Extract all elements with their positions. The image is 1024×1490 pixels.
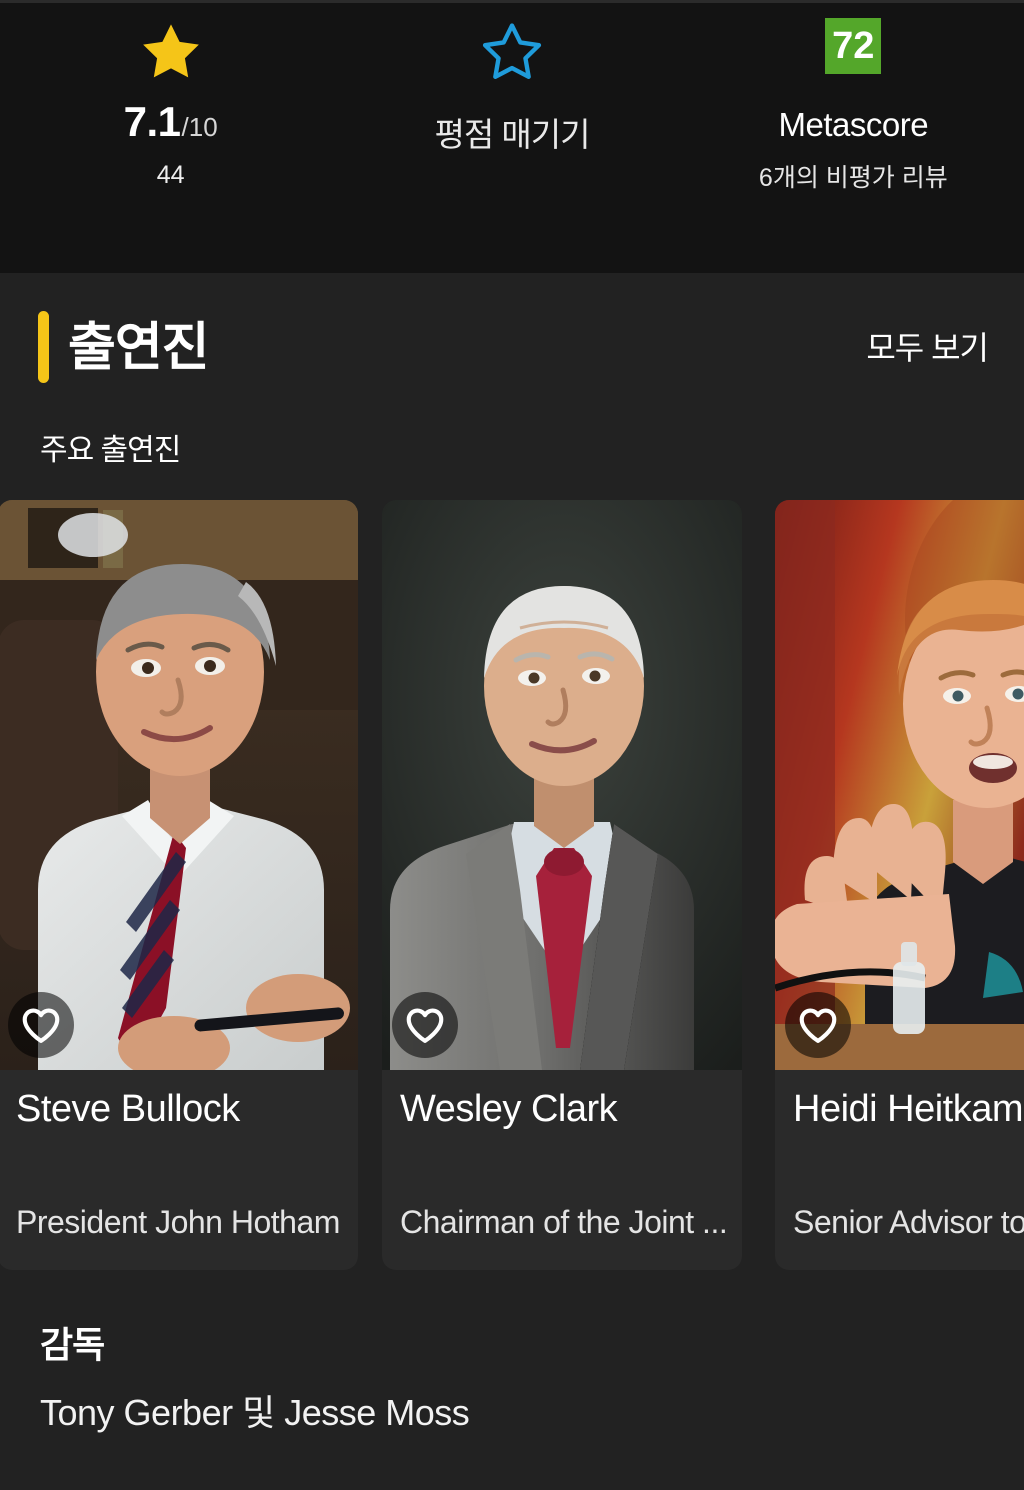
cast-role: Senior Advisor to bbox=[793, 1204, 1024, 1240]
cast-role: Chairman of the Joint ... bbox=[400, 1204, 728, 1240]
cast-photo bbox=[382, 500, 742, 1070]
cast-section-header: 출연진 모두 보기 bbox=[0, 301, 1024, 391]
page-title: 출연진 bbox=[68, 319, 210, 377]
star-outline-icon bbox=[475, 12, 549, 94]
cast-photo bbox=[775, 500, 1024, 1070]
heart-outline-icon[interactable] bbox=[785, 992, 851, 1058]
cast-name[interactable]: Wesley Clark bbox=[400, 1088, 618, 1131]
heart-outline-icon[interactable] bbox=[392, 992, 458, 1058]
rating-denominator: /10 bbox=[181, 112, 218, 142]
cast-name[interactable]: Heidi Heitkamp bbox=[793, 1088, 1024, 1131]
main-cast-label: 주요 출연진 bbox=[40, 434, 181, 467]
cast-role: President John Hotham bbox=[16, 1204, 340, 1240]
cast-name[interactable]: Steve Bullock bbox=[16, 1088, 240, 1131]
rate-this-button[interactable]: 평점 매기기 bbox=[341, 0, 682, 156]
rating-score: 7.1 bbox=[123, 98, 181, 145]
heart-outline-icon[interactable] bbox=[8, 992, 74, 1058]
cast-card[interactable]: Heidi Heitkamp Senior Advisor to bbox=[775, 500, 1024, 1270]
metascore-badge-wrap: 72 bbox=[825, 12, 882, 94]
cast-photo bbox=[0, 500, 358, 1070]
section-accent-bar bbox=[38, 311, 49, 383]
rating-value-line: 7.1 /10 bbox=[124, 98, 218, 146]
metascore-badge: 72 bbox=[825, 18, 882, 74]
director-label: 감독 bbox=[40, 1324, 105, 1365]
cast-card[interactable]: Steve Bullock President John Hotham bbox=[0, 500, 358, 1270]
ratings-strip: 7.1 /10 44 평점 매기기 72 Metascore 6개의 비평가 리… bbox=[0, 0, 1024, 273]
cast-card[interactable]: Wesley Clark Chairman of the Joint ... bbox=[382, 500, 742, 1270]
metascore-label: Metascore bbox=[778, 106, 929, 143]
star-filled-icon bbox=[134, 12, 208, 94]
director-names[interactable]: Tony Gerber 및 Jesse Moss bbox=[40, 1384, 470, 1436]
metascore-critic-reviews: 6개의 비평가 리뷰 bbox=[758, 164, 948, 192]
cast-section: 출연진 모두 보기 주요 출연진 Steve Bullock President… bbox=[0, 273, 1024, 1490]
metascore-block[interactable]: 72 Metascore 6개의 비평가 리뷰 bbox=[683, 0, 1024, 194]
rating-vote-count: 44 bbox=[156, 161, 185, 189]
cast-card-carousel[interactable]: Steve Bullock President John Hotham Wesl… bbox=[0, 500, 1024, 1270]
rate-this-label: 평점 매기기 bbox=[434, 116, 591, 153]
user-rating-block[interactable]: 7.1 /10 44 bbox=[0, 0, 341, 190]
top-edge-divider bbox=[0, 0, 1024, 3]
see-all-link[interactable]: 모두 보기 bbox=[866, 323, 989, 369]
